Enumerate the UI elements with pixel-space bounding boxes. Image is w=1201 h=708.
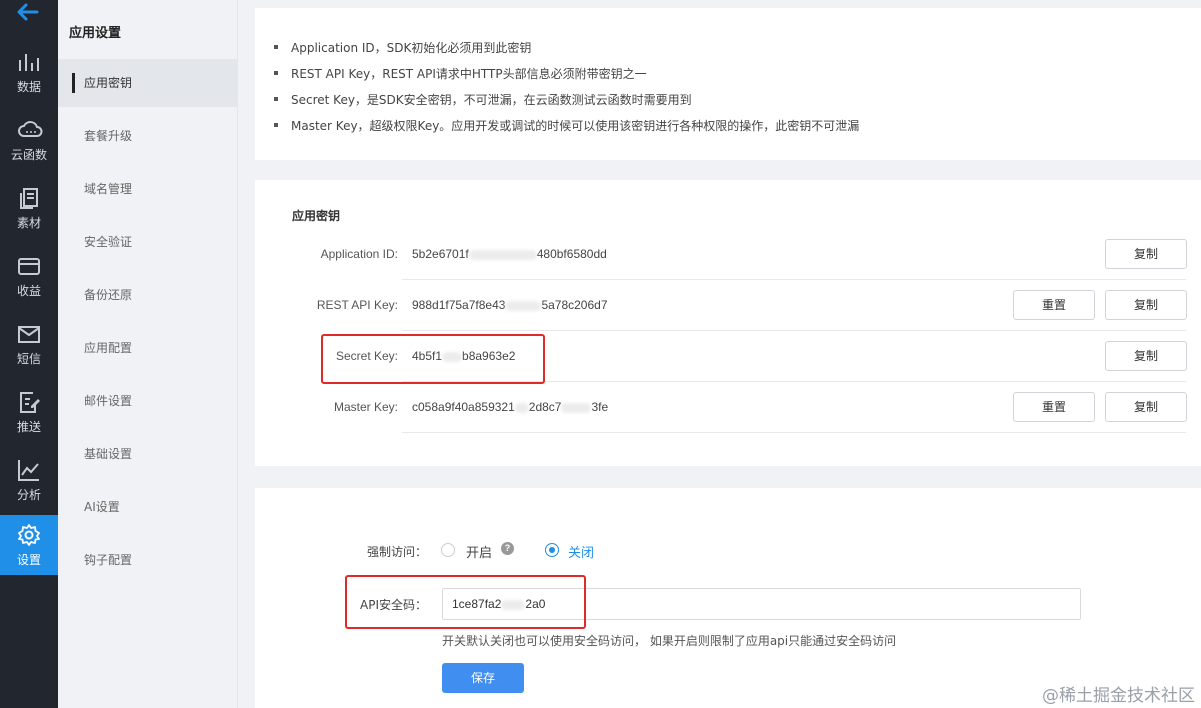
card-icon: [18, 258, 40, 275]
arrow-left-icon[interactable]: [14, 0, 42, 24]
save-button[interactable]: 保存: [442, 663, 524, 693]
nav-item-label: 素材: [16, 216, 41, 230]
subnav-item-backup[interactable]: 备份还原: [58, 271, 238, 319]
nav-item-label: 云函数: [10, 148, 47, 162]
copy-button[interactable]: 复制: [1105, 392, 1187, 422]
gear-icon: [18, 524, 40, 546]
key-info-card: Application ID，SDK初始化必须用到此密钥 REST API Ke…: [255, 8, 1201, 160]
subnav-item-email[interactable]: 邮件设置: [58, 377, 238, 425]
section-title: 应用密钥: [292, 209, 341, 223]
key-row-rest-api-key: REST API Key: 988d1f75a7f8e43 5a78c206d7 …: [255, 280, 1201, 331]
mail-icon: [18, 326, 40, 343]
nav-item-label: 推送: [16, 420, 41, 434]
reset-button[interactable]: 重置: [1013, 392, 1095, 422]
subnav-item-security[interactable]: 安全验证: [58, 218, 238, 266]
key-label: REST API Key:: [316, 298, 398, 312]
nav-item-revenue[interactable]: 收益: [0, 246, 58, 306]
nav-item-label: 收益: [16, 284, 41, 298]
nav-item-data[interactable]: 数据: [0, 42, 58, 102]
nav-item-push[interactable]: 推送: [0, 382, 58, 442]
subnav-item-basic[interactable]: 基础设置: [58, 430, 238, 478]
nav-item-sms[interactable]: 短信: [0, 314, 58, 374]
reset-button[interactable]: 重置: [1013, 290, 1095, 320]
files-icon: [20, 188, 38, 209]
key-value: 5b2e6701f 480bf6580dd: [412, 247, 607, 261]
nav-item-assets[interactable]: 素材: [0, 178, 58, 238]
subnav-item-app-config[interactable]: 应用配置: [58, 324, 238, 372]
force-access-on-radio[interactable]: [441, 543, 455, 557]
nav-item-analytics[interactable]: 分析: [0, 450, 58, 510]
help-icon[interactable]: ?: [501, 542, 514, 555]
line-chart-icon: [18, 460, 39, 481]
nav-item-cloud-function[interactable]: 云函数: [0, 110, 58, 170]
subnav-item-domain[interactable]: 域名管理: [58, 165, 238, 213]
app-keys-card: 应用密钥 Application ID: 5b2e6701f 480bf6580d…: [255, 180, 1201, 466]
bar-chart-icon: [19, 54, 39, 71]
security-card: 强制访问： 开启 ? 关闭 API安全码： 1ce87fa2 2a0 开关默认关闭…: [255, 488, 1201, 708]
highlight-box-secret-key: [321, 334, 545, 384]
cloud-icon: [18, 121, 43, 137]
key-label: Master Key:: [333, 400, 398, 414]
copy-button[interactable]: 复制: [1105, 341, 1187, 371]
nav-item-label: 数据: [16, 80, 41, 94]
key-value: 988d1f75a7f8e43 5a78c206d7: [412, 298, 608, 312]
info-bullet: Secret Key，是SDK安全密钥，不可泄漏，在云函数测试云函数时需要用到: [274, 93, 692, 107]
subnav-item-plan-upgrade[interactable]: 套餐升级: [58, 112, 238, 160]
force-access-on-label[interactable]: 开启: [466, 542, 492, 561]
subnav-item-app-keys[interactable]: 应用密钥: [58, 59, 238, 107]
force-access-off-radio[interactable]: [545, 543, 559, 557]
watermark: @稀土掘金技术社区: [1042, 686, 1195, 706]
key-row-application-id: Application ID: 5b2e6701f 480bf6580dd 复制: [255, 229, 1201, 280]
info-bullet: REST API Key，REST API请求中HTTP头部信息必须附带密钥之一: [274, 67, 647, 81]
highlight-box-api-code: [345, 575, 586, 629]
nav-item-label: 短信: [16, 352, 41, 366]
nav-item-settings[interactable]: 设置: [0, 515, 58, 575]
settings-subnav: 应用设置 应用密钥 套餐升级 域名管理 安全验证 备份还原 应用配置 邮件设置 …: [58, 0, 238, 708]
key-row-master-key: Master Key: c058a9f40a859321 2d8c7 3fe 重置 …: [255, 382, 1201, 433]
force-access-label: 强制访问：: [367, 545, 428, 559]
key-label: Application ID:: [320, 247, 398, 261]
copy-button[interactable]: 复制: [1105, 239, 1187, 269]
nav-item-label: 设置: [16, 553, 41, 567]
force-access-off-label[interactable]: 关闭: [568, 542, 594, 561]
subnav-title: 应用设置: [69, 26, 122, 41]
left-nav: 数据 云函数 素材 收益 短信 推送 分析 设置: [0, 0, 58, 708]
key-value: c058a9f40a859321 2d8c7 3fe: [412, 400, 609, 414]
subnav-item-ai[interactable]: AI设置: [58, 483, 238, 531]
security-hint: 开关默认关闭也可以使用安全码访问， 如果开启则限制了应用api只能通过安全码访问: [442, 634, 897, 648]
subnav-item-hooks[interactable]: 钩子配置: [58, 536, 238, 584]
edit-icon: [20, 392, 40, 413]
info-bullet: Application ID，SDK初始化必须用到此密钥: [273, 41, 532, 55]
info-bullet: Master Key，超级权限Key。应用开发或调试的时候可以使用该密钥进行各种…: [273, 119, 860, 133]
copy-button[interactable]: 复制: [1105, 290, 1187, 320]
nav-item-label: 分析: [16, 488, 41, 502]
